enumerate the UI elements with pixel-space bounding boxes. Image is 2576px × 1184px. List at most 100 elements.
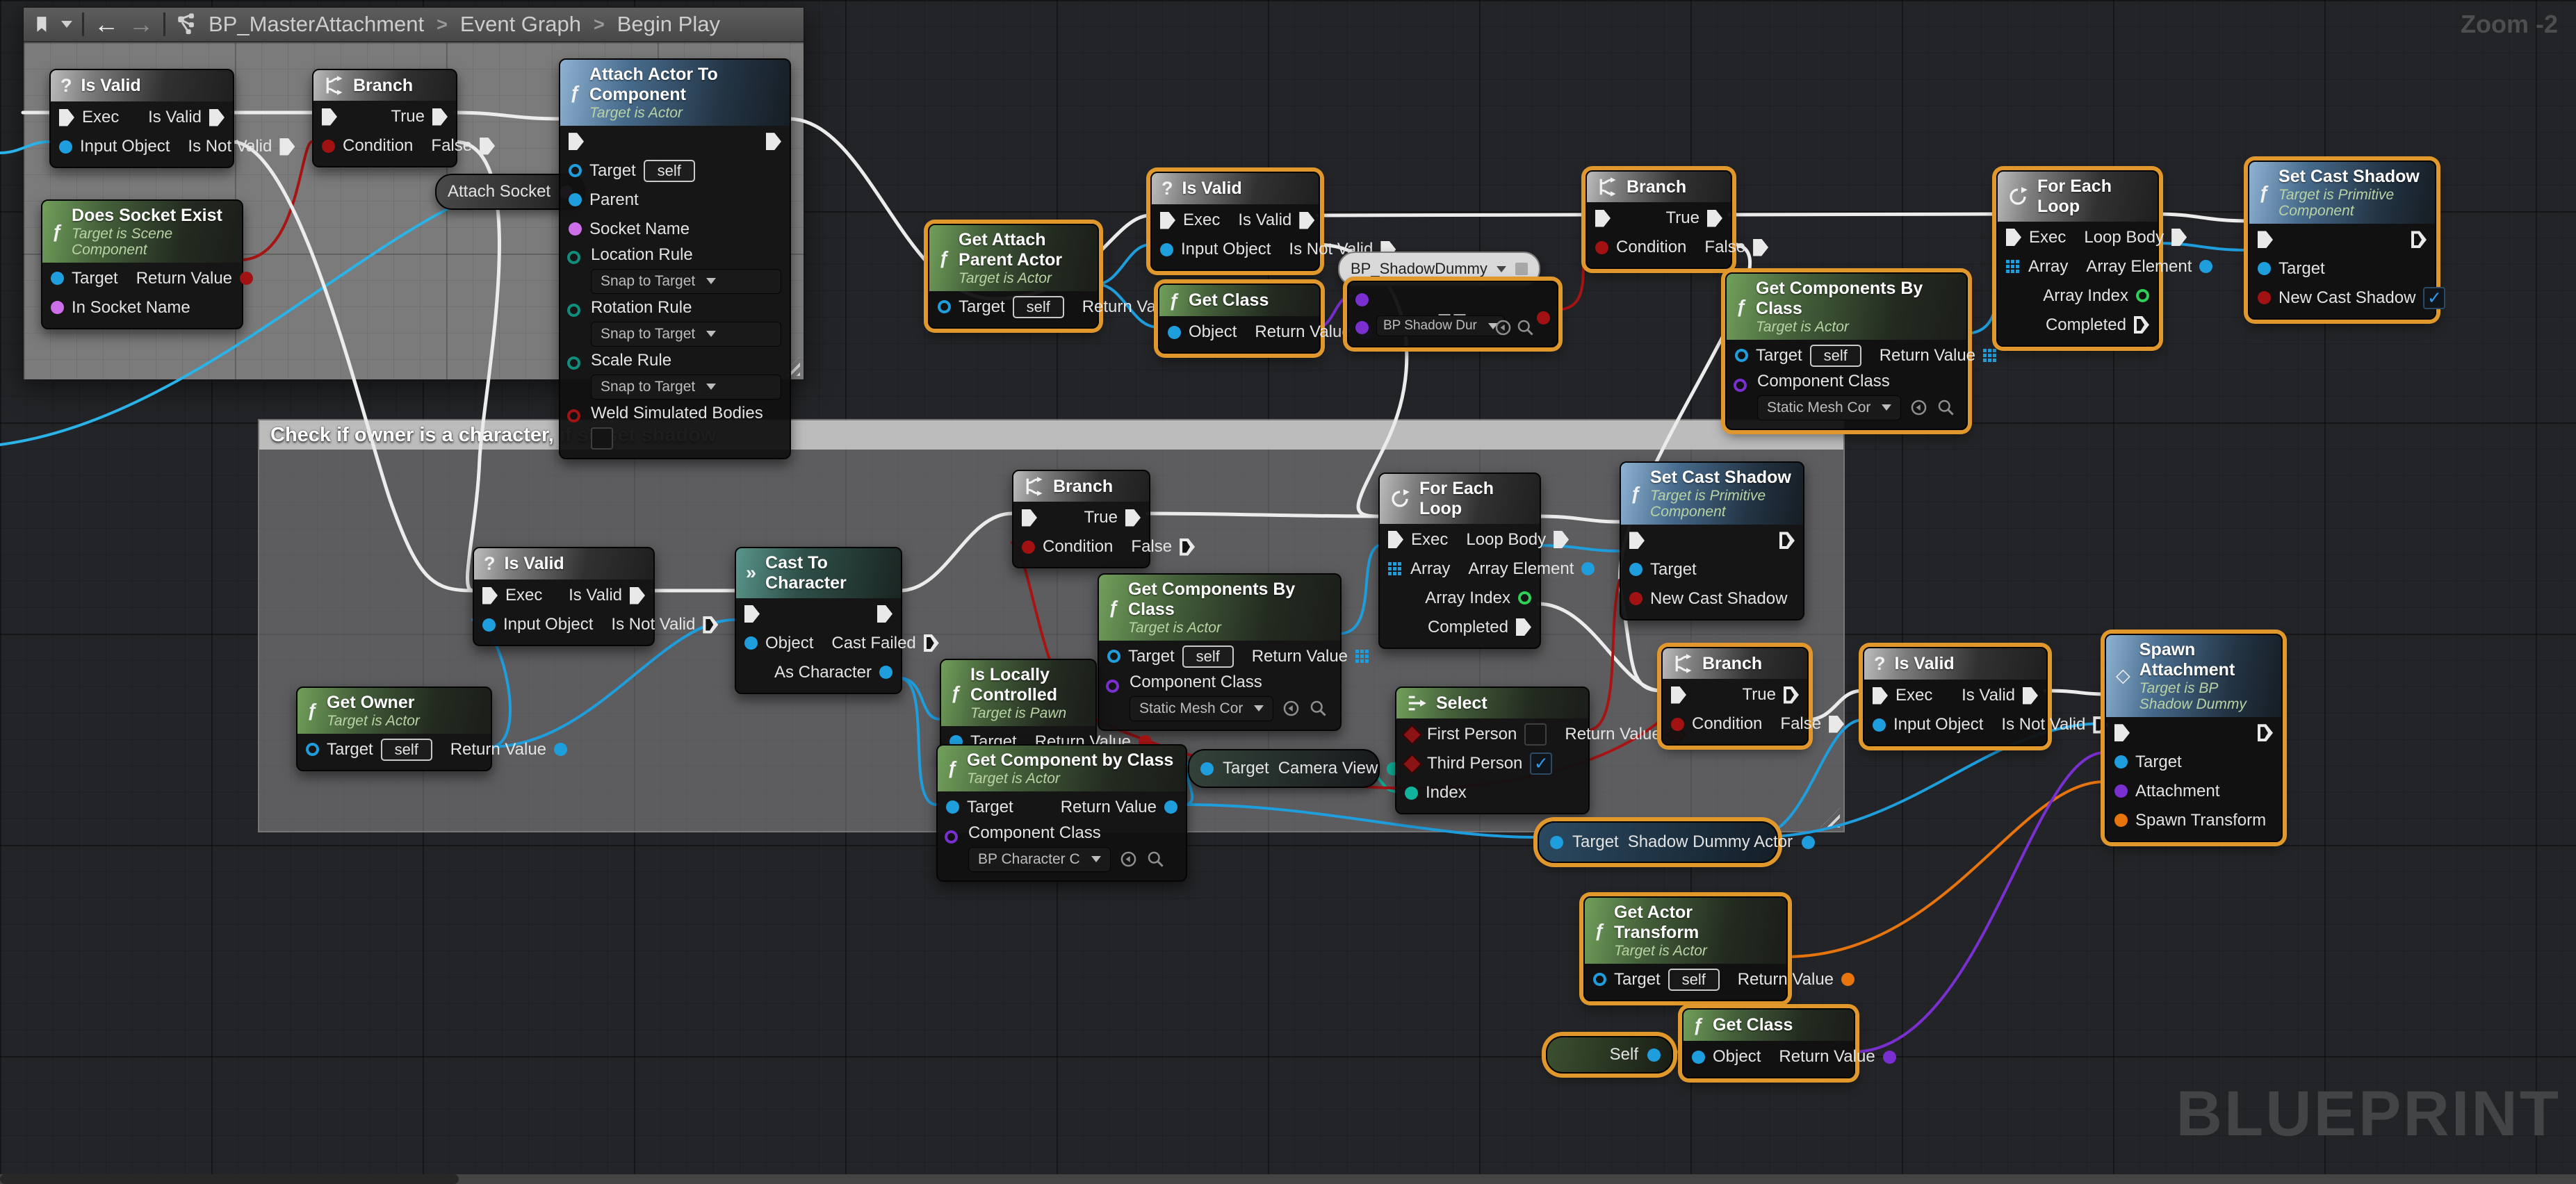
exec-out-pin[interactable]	[2411, 231, 2427, 248]
node-is-valid-4[interactable]: ?Is Valid Exec Is Valid Input Object Is …	[1863, 647, 2048, 746]
loop-body-pin[interactable]	[1554, 531, 1569, 548]
array-element-pin[interactable]	[1581, 562, 1595, 575]
first-person-pin[interactable]	[1402, 724, 1423, 745]
component-class-pin[interactable]	[945, 830, 958, 844]
array-in-pin[interactable]	[1388, 562, 1392, 566]
target-self-value[interactable]: self	[1810, 345, 1861, 367]
weld-checkbox[interactable]: ✓	[591, 427, 613, 450]
condition-pin[interactable]	[1671, 718, 1684, 731]
scale-rule-dropdown[interactable]: Snap to Target	[591, 375, 781, 400]
exec-in-pin[interactable]	[2006, 229, 2021, 246]
search-icon[interactable]	[1309, 699, 1328, 718]
target-self-value[interactable]: self	[1182, 646, 1234, 668]
exec-in-pin[interactable]	[2114, 724, 2130, 741]
exec-true-pin[interactable]	[1784, 686, 1799, 704]
as-character-pin[interactable]	[879, 666, 892, 679]
node-for-each-loop-1[interactable]: For Each Loop Exec Loop Body Array Array…	[1996, 170, 2159, 347]
reset-icon[interactable]	[1282, 699, 1301, 718]
exec-in-pin[interactable]	[1873, 687, 1888, 705]
exec-out-pin[interactable]	[1779, 532, 1795, 549]
comment-resize-handle[interactable]	[1820, 808, 1840, 828]
node-spawn-attachment[interactable]: ◇Spawn AttachmentTarget is BP Shadow Dum…	[2105, 634, 2283, 842]
return-pin[interactable]	[240, 272, 253, 285]
first-person-checkbox[interactable]: ✓	[1524, 723, 1547, 746]
exec-in-pin[interactable]	[1671, 686, 1686, 704]
array-element-pin[interactable]	[2199, 260, 2212, 273]
condition-pin[interactable]	[322, 140, 335, 153]
node-branch-1[interactable]: Branch True Condition False	[312, 69, 457, 167]
search-icon[interactable]	[1146, 850, 1165, 869]
component-class-dropdown[interactable]: BP Character C	[968, 847, 1111, 872]
reset-icon[interactable]	[1119, 850, 1138, 869]
location-rule-pin[interactable]	[567, 251, 580, 264]
var-shadow-dummy-actor[interactable]: Target Shadow Dummy Actor	[1538, 821, 1778, 863]
target-self-value[interactable]: self	[381, 739, 432, 761]
exec-false-pin[interactable]	[1829, 716, 1844, 733]
new-cast-shadow-pin[interactable]	[1629, 592, 1642, 605]
var-self[interactable]: Self	[1546, 1036, 1673, 1074]
exec-out-pin[interactable]	[1299, 212, 1314, 229]
node-get-actor-transform[interactable]: ƒGet Actor TransformTarget is Actor Targ…	[1583, 896, 1788, 1001]
target-pin[interactable]	[1593, 973, 1606, 986]
exec-out-pin[interactable]	[877, 605, 892, 623]
nav-forward-button[interactable]: →	[129, 10, 154, 39]
bookmark-dropdown-icon[interactable]	[61, 21, 72, 28]
target-pin[interactable]	[1107, 650, 1120, 663]
node-set-cast-shadow-1[interactable]: ƒSet Cast ShadowTarget is Primitive Comp…	[2248, 161, 2436, 320]
target-pin[interactable]	[1629, 563, 1642, 576]
target-self-value[interactable]: self	[1668, 969, 1720, 991]
node-get-component-by-class[interactable]: ƒGet Component by ClassTarget is Actor T…	[936, 744, 1187, 882]
target-self-value[interactable]: self	[644, 160, 695, 182]
exec-true-pin[interactable]	[1707, 210, 1722, 227]
parent-pin[interactable]	[569, 193, 582, 206]
breadcrumb-event-graph[interactable]: Event Graph	[460, 12, 581, 37]
exec-in-pin[interactable]	[569, 133, 584, 150]
loop-body-pin[interactable]	[2171, 229, 2187, 246]
target-pin[interactable]	[2114, 755, 2128, 768]
object-pin[interactable]	[744, 636, 758, 650]
exec-false-pin[interactable]	[1753, 239, 1768, 256]
exec-out-pin[interactable]	[766, 133, 781, 150]
cast-failed-pin[interactable]	[924, 634, 939, 652]
transform-return-pin[interactable]	[1841, 973, 1854, 986]
exec-in-pin[interactable]	[1595, 210, 1611, 227]
search-icon[interactable]	[1516, 318, 1535, 337]
target-pin[interactable]	[51, 272, 64, 285]
condition-pin[interactable]	[1022, 541, 1035, 554]
target-pin[interactable]	[306, 743, 319, 756]
third-person-pin[interactable]	[1402, 753, 1423, 774]
index-pin[interactable]	[1405, 787, 1418, 800]
exec-in-pin[interactable]	[322, 108, 337, 126]
exec-out-pin[interactable]	[630, 587, 645, 605]
node-for-each-loop-2[interactable]: For Each Loop Exec Loop Body Array Array…	[1378, 472, 1541, 649]
pin-icon[interactable]	[1515, 263, 1528, 275]
return-pin[interactable]	[1164, 800, 1177, 814]
scale-rule-pin[interactable]	[567, 356, 580, 370]
node-does-socket-exist[interactable]: ƒDoes Socket ExistTarget is Scene Compon…	[41, 199, 243, 329]
array-return-pin[interactable]	[1355, 650, 1359, 653]
socket-name-pin[interactable]	[51, 301, 64, 314]
component-class-dropdown[interactable]: Static Mesh Cor	[1130, 696, 1273, 721]
socket-name-pin[interactable]	[569, 222, 582, 236]
exec-in-pin[interactable]	[1388, 531, 1403, 548]
node-get-class-1[interactable]: ƒGet Class Object Return Value	[1158, 283, 1321, 354]
node-get-class-2[interactable]: ƒGet Class Object Return Value	[1682, 1008, 1855, 1078]
completed-pin[interactable]	[1516, 618, 1531, 636]
weld-pin[interactable]	[567, 409, 580, 422]
node-branch-3[interactable]: Branch True Condition False	[1012, 470, 1150, 568]
node-is-valid-1[interactable]: ?Is Valid Exec Is Valid Input Object Is …	[49, 69, 234, 168]
object-pin[interactable]	[482, 618, 496, 632]
return-pin[interactable]	[554, 743, 567, 756]
exec-false-pin[interactable]	[480, 138, 495, 155]
exec-in-pin[interactable]	[1629, 532, 1645, 549]
target-pin[interactable]	[938, 300, 951, 313]
condition-pin[interactable]	[1595, 241, 1608, 254]
node-select[interactable]: Select First Person✓ Return Value Third …	[1395, 686, 1590, 814]
class-a-pin[interactable]	[1355, 293, 1369, 306]
exec-in-pin[interactable]	[1160, 212, 1175, 229]
node-cast-to-character[interactable]: »Cast To Character Object Cast Failed As…	[735, 547, 902, 694]
target-pin[interactable]	[1200, 762, 1214, 775]
target-pin[interactable]	[946, 800, 959, 814]
node-get-owner[interactable]: ƒGet OwnerTarget is Actor Targetself Ret…	[296, 686, 492, 771]
self-out-pin[interactable]	[1647, 1049, 1661, 1062]
